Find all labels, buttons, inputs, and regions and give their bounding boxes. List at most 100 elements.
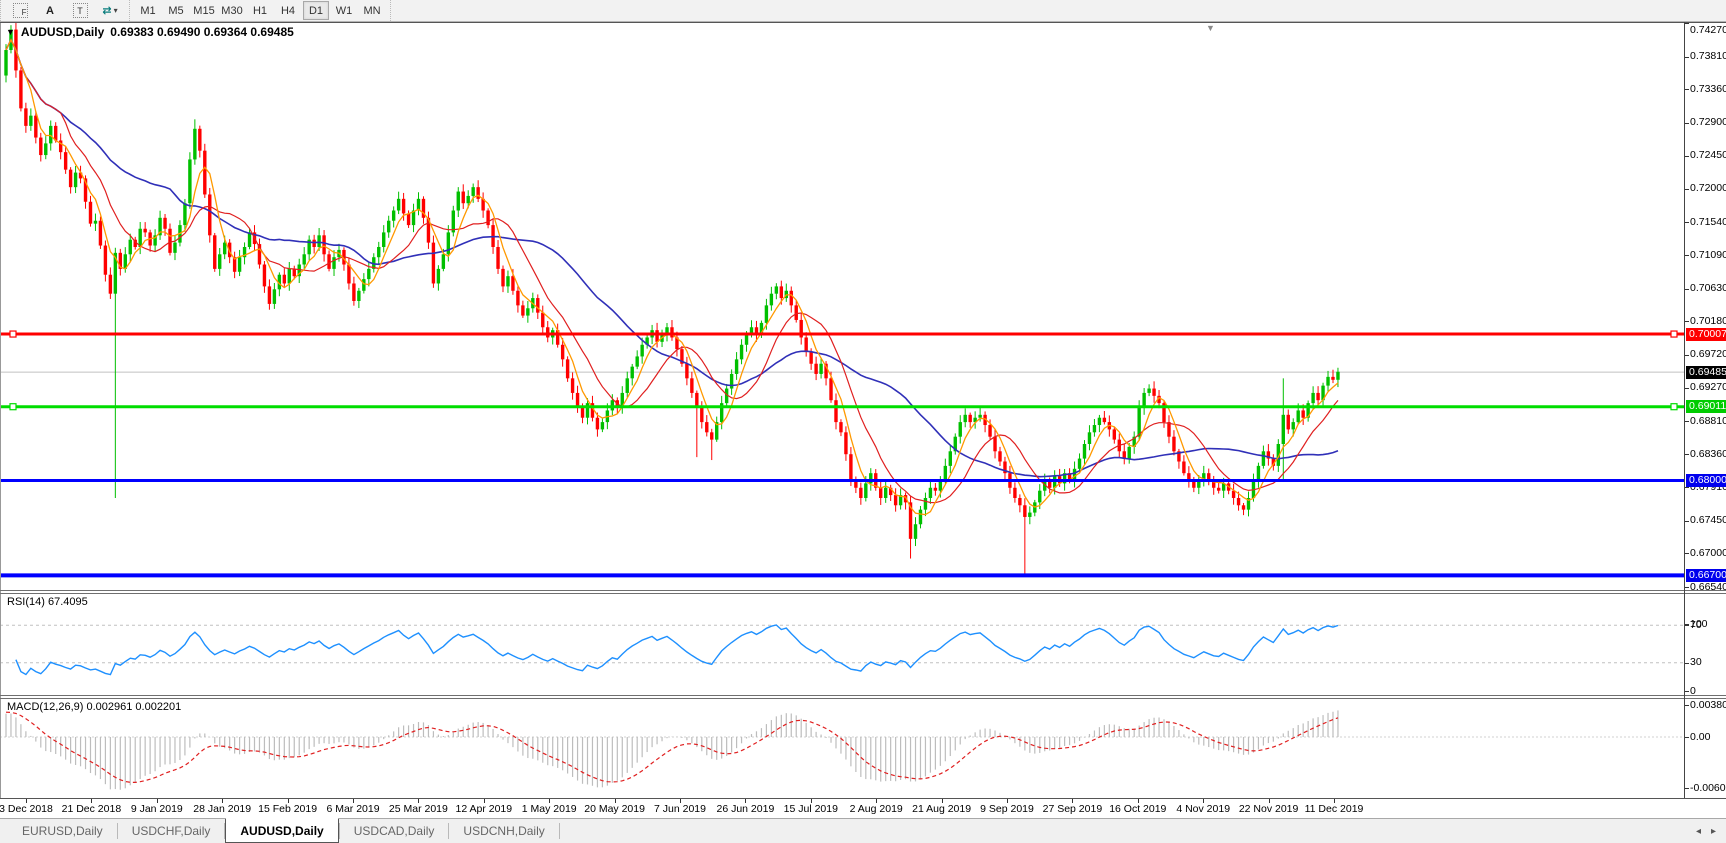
axis-tick (1685, 255, 1689, 256)
price-tick-label: 0.68360 (1690, 448, 1726, 461)
price-tick-label: 0.68810 (1690, 415, 1726, 428)
date-tick-label: 25 Mar 2019 (389, 803, 448, 815)
text-label-t-icon[interactable]: T (66, 1, 94, 20)
date-tick-label: 2 Aug 2019 (850, 803, 903, 815)
price-tick-label: 0.70180 (1690, 315, 1726, 328)
timeframe-button-D1[interactable]: D1 (303, 1, 329, 20)
resistance-line-red-handle (10, 331, 16, 337)
axis-tick (1685, 705, 1689, 706)
axis-tick (1685, 321, 1689, 322)
rsi-tick-label: 30 (1690, 656, 1726, 669)
font-a-icon[interactable]: A (36, 1, 64, 20)
timeframe-button-MN[interactable]: MN (359, 1, 385, 20)
date-tick-label: 9 Sep 2019 (980, 803, 1034, 815)
tab-scroll-left-icon[interactable]: ◂ (1696, 826, 1701, 837)
axis-tick (1685, 156, 1689, 157)
resistance-line-red-price-badge: 0.70007 (1686, 328, 1726, 341)
timeframe-button-M1[interactable]: M1 (135, 1, 161, 20)
tab-scroll-right-icon[interactable]: ▸ (1711, 826, 1716, 837)
date-tick-label: 21 Aug 2019 (912, 803, 971, 815)
axis-tick (1685, 553, 1689, 554)
price-tick-label: 0.69720 (1690, 348, 1726, 361)
chart-canvas[interactable] (0, 22, 1726, 799)
timeframe-button-M30[interactable]: M30 (219, 1, 245, 20)
timeframe-button-M5[interactable]: M5 (163, 1, 189, 20)
timeframe-button-W1[interactable]: W1 (331, 1, 357, 20)
support-line-green-price-badge: 0.69011 (1686, 400, 1726, 413)
axis-tick (1685, 23, 1689, 24)
tab-separator (559, 823, 560, 839)
axis-tick (1685, 388, 1689, 389)
date-tick-label: 4 Nov 2019 (1176, 803, 1230, 815)
ohlc-readout: 0.69383 0.69490 0.69364 0.69485 (110, 25, 294, 39)
date-tick-label: 20 May 2019 (584, 803, 645, 815)
ma-fast-line (6, 40, 1338, 515)
date-tick-label: 9 Jan 2019 (131, 803, 183, 815)
date-axis[interactable]: 3 Dec 201821 Dec 20189 Jan 201928 Jan 20… (0, 799, 1726, 818)
price-tick-label: 0.66540 (1690, 581, 1726, 594)
macd-tick-label: 0.003804 (1690, 699, 1726, 712)
date-tick-label: 28 Jan 2019 (193, 803, 251, 815)
resistance-line-red-handle (1671, 331, 1677, 337)
toolbar-icon-group: F A T ⇄ ▾ (0, 0, 129, 21)
indicator-grid-f-icon[interactable]: F (6, 1, 34, 20)
price-tick-label: 0.72450 (1690, 149, 1726, 162)
chart-tab-USDCAD[interactable]: USDCAD,Daily (340, 819, 449, 843)
timeframe-button-M15[interactable]: M15 (191, 1, 217, 20)
axis-tick (1685, 289, 1689, 290)
date-tick-label: 15 Feb 2019 (258, 803, 317, 815)
support-line-green-handle (10, 404, 16, 410)
symbol-dropdown-caret-icon[interactable]: ▼ (6, 27, 15, 37)
axis-tick (1685, 421, 1689, 422)
axis-tick (1685, 89, 1689, 90)
chart-shift-marker-icon[interactable]: ▼ (1206, 23, 1215, 33)
chart-window: ▼ AUDUSD,Daily 0.69383 0.69490 0.69364 0… (0, 22, 1726, 799)
current-price-line-price-badge: 0.69485 (1686, 366, 1726, 379)
axis-tick (1685, 355, 1689, 356)
date-tick-label: 7 Jun 2019 (654, 803, 706, 815)
candles-layer (4, 23, 1339, 576)
support-line-blue-price-badge: 0.68000 (1686, 474, 1726, 487)
price-tick-label: 0.70630 (1690, 282, 1726, 295)
macd-signal-line (6, 712, 1338, 782)
price-tick-label: 0.73360 (1690, 83, 1726, 96)
timeframe-button-H4[interactable]: H4 (275, 1, 301, 20)
date-tick-label: 22 Nov 2019 (1239, 803, 1299, 815)
support-line-green-handle (1671, 404, 1677, 410)
axis-tick (1685, 487, 1689, 488)
rsi-tick-label: 70 (1690, 619, 1726, 632)
price-tick-label: 0.67450 (1690, 514, 1726, 527)
date-tick-label: 3 Dec 2018 (0, 803, 53, 815)
axis-tick (1685, 737, 1689, 738)
date-tick-label: 11 Dec 2019 (1305, 803, 1364, 815)
rsi-indicator-label: RSI(14) 67.4095 (7, 596, 88, 608)
axis-tick (1685, 587, 1689, 588)
chart-tab-EURUSD[interactable]: EURUSD,Daily (8, 819, 117, 843)
axis-tick (1685, 189, 1689, 190)
axis-tick (1685, 625, 1689, 626)
chart-tab-USDCHF[interactable]: USDCHF,Daily (118, 819, 225, 843)
chart-title: ▼ AUDUSD,Daily 0.69383 0.69490 0.69364 0… (6, 25, 294, 39)
timeframe-button-H1[interactable]: H1 (247, 1, 273, 20)
axis-tick (1685, 57, 1689, 58)
price-tick-label: 0.74270 (1690, 24, 1726, 37)
price-tick-label: 0.71540 (1690, 216, 1726, 229)
rsi-tick-label: 0 (1690, 685, 1726, 698)
chart-tab-USDCNH[interactable]: USDCNH,Daily (449, 819, 558, 843)
date-tick-label: 1 May 2019 (522, 803, 577, 815)
axis-tick (1685, 663, 1689, 664)
top-toolbar: F A T ⇄ ▾ M1M5M15M30H1H4D1W1MN (0, 0, 1726, 22)
date-tick-label: 6 Mar 2019 (326, 803, 379, 815)
chart-tab-bar: EURUSD,DailyUSDCHF,DailyAUDUSD,DailyUSDC… (0, 818, 1726, 843)
chart-tab-AUDUSD[interactable]: AUDUSD,Daily (225, 818, 338, 843)
axis-tick (1685, 788, 1689, 789)
timeframe-toolbar: M1M5M15M30H1H4D1W1MN (129, 0, 390, 21)
price-tick-label: 0.69270 (1690, 381, 1726, 394)
dropdown-caret-icon: ▾ (114, 6, 118, 15)
axis-tick (1685, 454, 1689, 455)
price-tick-label: 0.67000 (1690, 547, 1726, 560)
arrange-symbols-icon[interactable]: ⇄ ▾ (96, 1, 124, 20)
axis-tick (1685, 691, 1689, 692)
axis-tick (1685, 123, 1689, 124)
axis-tick (1685, 521, 1689, 522)
